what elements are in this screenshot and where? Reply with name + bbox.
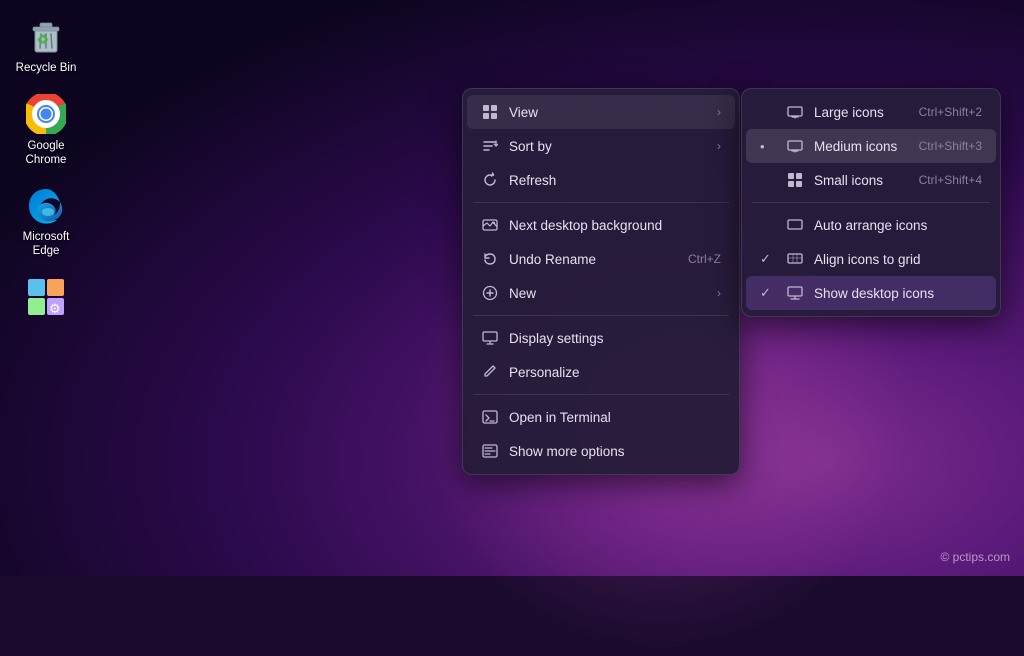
- context-menu: View › Sort by › Refresh: [462, 88, 740, 475]
- separator-1: [473, 202, 729, 203]
- more-label: Show more options: [509, 444, 721, 459]
- show-desktop-check: ✓: [760, 285, 776, 301]
- recycle-bin-icon: ♻: [24, 14, 68, 58]
- align-grid-icon: [786, 250, 804, 268]
- new-arrow: ›: [717, 286, 721, 300]
- auto-arrange-icon: [786, 216, 804, 234]
- undo-label: Undo Rename: [509, 252, 678, 267]
- view-icon: [481, 103, 499, 121]
- undo-icon: [481, 250, 499, 268]
- terminal-label: Open in Terminal: [509, 410, 721, 425]
- watermark: © pctips.com: [940, 550, 1010, 564]
- align-grid-label: Align icons to grid: [814, 252, 982, 267]
- refresh-icon: [481, 171, 499, 189]
- settings-icon: ⚙: [24, 275, 68, 319]
- medium-icons-check: •: [760, 139, 776, 154]
- align-grid-check: ✓: [760, 251, 776, 267]
- desktop-icon-chrome[interactable]: Google Chrome: [10, 86, 82, 174]
- refresh-label: Refresh: [509, 173, 721, 188]
- separator-2: [473, 315, 729, 316]
- submenu-small-icons[interactable]: Small icons Ctrl+Shift+4: [746, 163, 996, 197]
- desktop-icon-recycle-bin[interactable]: ♻ Recycle Bin: [10, 8, 82, 82]
- menu-item-new[interactable]: New ›: [467, 276, 735, 310]
- small-icons-label: Small icons: [814, 173, 909, 188]
- edge-label: Microsoft Edge: [14, 231, 78, 259]
- sort-label: Sort by: [509, 139, 707, 154]
- menu-item-sort[interactable]: Sort by ›: [467, 129, 735, 163]
- show-desktop-icon: [786, 284, 804, 302]
- chrome-label: Google Chrome: [14, 140, 78, 168]
- undo-shortcut: Ctrl+Z: [688, 252, 721, 266]
- personalize-icon: [481, 363, 499, 381]
- medium-icons-label: Medium icons: [814, 139, 909, 154]
- submenu-large-icons[interactable]: Large icons Ctrl+Shift+2: [746, 95, 996, 129]
- menu-item-display[interactable]: Display settings: [467, 321, 735, 355]
- personalize-label: Personalize: [509, 365, 721, 380]
- large-icons-shortcut: Ctrl+Shift+2: [919, 105, 982, 119]
- menu-item-terminal[interactable]: Open in Terminal: [467, 400, 735, 434]
- menu-item-view[interactable]: View ›: [467, 95, 735, 129]
- show-desktop-label: Show desktop icons: [814, 286, 982, 301]
- view-arrow: ›: [717, 105, 721, 119]
- medium-icons-icon: [786, 137, 804, 155]
- new-icon: [481, 284, 499, 302]
- submenu-auto-arrange[interactable]: Auto arrange icons: [746, 208, 996, 242]
- desktop-icons-area: ♻ Recycle Bin Google Chrome: [0, 0, 92, 337]
- desktop-icon-edge[interactable]: Microsoft Edge: [10, 177, 82, 265]
- menu-item-undo[interactable]: Undo Rename Ctrl+Z: [467, 242, 735, 276]
- view-label: View: [509, 105, 707, 120]
- view-submenu: Large icons Ctrl+Shift+2 • Medium icons …: [741, 88, 1001, 317]
- svg-text:⚙: ⚙: [49, 301, 61, 316]
- next-bg-label: Next desktop background: [509, 218, 721, 233]
- small-icons-shortcut: Ctrl+Shift+4: [919, 173, 982, 187]
- medium-icons-shortcut: Ctrl+Shift+3: [919, 139, 982, 153]
- more-options-icon: [481, 442, 499, 460]
- sort-arrow: ›: [717, 139, 721, 153]
- context-menu-container: View › Sort by › Refresh: [462, 88, 740, 475]
- menu-item-refresh[interactable]: Refresh: [467, 163, 735, 197]
- chrome-icon: [24, 92, 68, 136]
- separator-3: [473, 394, 729, 395]
- menu-item-next-bg[interactable]: Next desktop background: [467, 208, 735, 242]
- display-icon: [481, 329, 499, 347]
- display-label: Display settings: [509, 331, 721, 346]
- large-icons-label: Large icons: [814, 105, 909, 120]
- new-label: New: [509, 286, 707, 301]
- submenu-show-desktop[interactable]: ✓ Show desktop icons: [746, 276, 996, 310]
- desktop-icon-settings[interactable]: ⚙: [10, 269, 82, 329]
- sort-icon: [481, 137, 499, 155]
- menu-item-more-options[interactable]: Show more options: [467, 434, 735, 468]
- submenu-separator: [752, 202, 990, 203]
- auto-arrange-label: Auto arrange icons: [814, 218, 982, 233]
- submenu-medium-icons[interactable]: • Medium icons Ctrl+Shift+3: [746, 129, 996, 163]
- svg-text:♻: ♻: [37, 32, 49, 47]
- terminal-icon: [481, 408, 499, 426]
- large-icons-icon: [786, 103, 804, 121]
- submenu-align-grid[interactable]: ✓ Align icons to grid: [746, 242, 996, 276]
- edge-icon: [24, 183, 68, 227]
- recycle-bin-label: Recycle Bin: [16, 62, 77, 76]
- small-icons-icon: [786, 171, 804, 189]
- menu-item-personalize[interactable]: Personalize: [467, 355, 735, 389]
- next-bg-icon: [481, 216, 499, 234]
